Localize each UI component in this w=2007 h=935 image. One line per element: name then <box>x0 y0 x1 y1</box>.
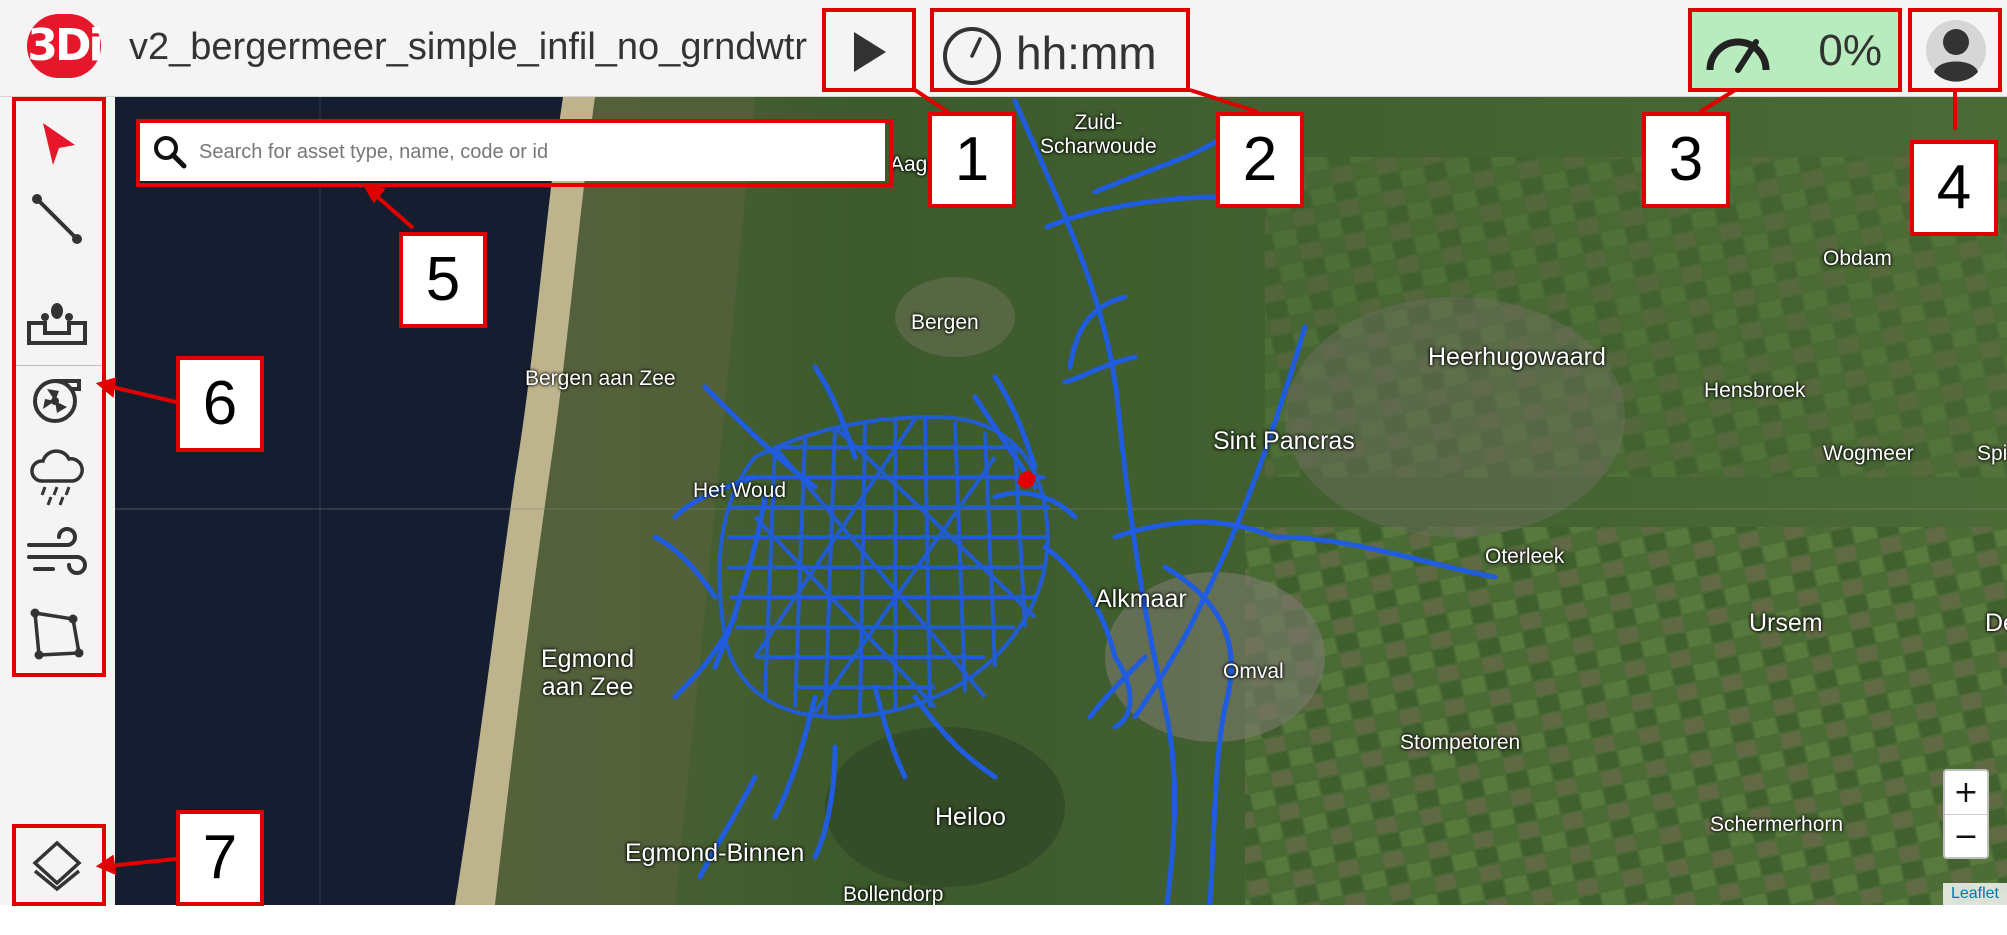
bottom-strip <box>0 905 2007 935</box>
speedometer-icon <box>1706 38 1770 73</box>
map-label-stompetoren: Stompetoren <box>1400 731 1521 754</box>
asset-search <box>137 121 885 181</box>
map-label-oterleek: Oterleek <box>1485 545 1565 568</box>
wind-tool-button[interactable] <box>23 521 91 589</box>
layers-icon <box>32 840 82 892</box>
map-label-alkmaar: Alkmaar <box>1095 585 1187 613</box>
pump-icon <box>33 379 81 423</box>
map-label-ursem: Ursem <box>1749 609 1823 637</box>
user-avatar-icon <box>1926 20 1986 82</box>
map-label-het-woud: Het Woud <box>693 479 786 502</box>
play-button[interactable] <box>822 10 914 90</box>
callout-4: 4 <box>1910 140 1998 236</box>
map-label-hensbroek: Hensbroek <box>1704 379 1806 402</box>
map-label-aag: Aag <box>890 153 928 176</box>
model-name: v2_bergermeer_simple_infil_no_grndwtr <box>129 26 808 68</box>
rain-tool-button[interactable] <box>23 443 91 511</box>
search-icon <box>154 136 187 169</box>
layers-button[interactable] <box>23 829 91 897</box>
discharge-tool-button[interactable] <box>23 287 91 355</box>
zoom-out-button[interactable]: − <box>1945 815 1987 858</box>
polygon-tool-button[interactable] <box>23 599 91 667</box>
simulation-time[interactable]: hh:mm <box>932 10 1188 90</box>
select-tool-button[interactable] <box>23 111 91 179</box>
map-label-sint-pancras: Sint Pancras <box>1213 427 1355 455</box>
zoom-control: + − <box>1943 769 1989 859</box>
discharge-icon <box>27 303 87 345</box>
satellite-basemap <box>115 97 2007 905</box>
map-label-heiloo: Heiloo <box>935 803 1006 831</box>
callout-5: 5 <box>399 232 487 328</box>
line-icon <box>32 194 82 244</box>
map-label-egmond-binnen: Egmond-Binnen <box>625 839 805 867</box>
map-label-schermerhorn: Schermerhorn <box>1710 813 1844 836</box>
map-label-de: De <box>1985 609 2007 637</box>
time-display: hh:mm <box>1016 27 1157 79</box>
map-label-wogmeer: Wogmeer <box>1823 442 1914 465</box>
polygon-icon <box>30 608 84 660</box>
map-label-spi: Spi <box>1977 442 2007 465</box>
map-label-obdam: Obdam <box>1823 247 1892 270</box>
map-label-bergen-aan-zee: Bergen aan Zee <box>525 367 676 390</box>
map-label-omval: Omval <box>1223 660 1284 683</box>
map-label-heerhugowaard: Heerhugowaard <box>1428 343 1606 371</box>
play-icon <box>854 32 886 72</box>
progress-percent: 0% <box>1818 26 1882 75</box>
map[interactable]: Zuid- Scharwoude Obdam Bergen Heerhugowaa… <box>115 97 2007 905</box>
pump-tool-button[interactable] <box>23 365 91 433</box>
map-label-zuid-scharwoude: Zuid- Scharwoude <box>1040 111 1157 158</box>
sidebar <box>0 97 115 905</box>
toolbar: 3Di v2_bergermeer_simple_infil_no_grndwt… <box>0 0 2007 97</box>
map-label-bollendorp: Bollendorp <box>843 883 944 905</box>
callout-6: 6 <box>176 356 264 452</box>
rain-cloud-icon <box>30 449 84 506</box>
draw-line-button[interactable] <box>23 185 91 253</box>
wind-icon <box>27 527 87 575</box>
clock-icon <box>943 27 1001 85</box>
cursor-arrow-icon <box>43 123 75 165</box>
map-label-egmond-aan-zee: Egmond aan Zee <box>541 645 635 701</box>
simulation-progress: 0% <box>1690 10 1900 90</box>
callout-3: 3 <box>1642 112 1730 208</box>
map-attribution[interactable]: Leaflet <box>1942 883 2007 905</box>
app-logo: 3Di <box>27 14 104 78</box>
callout-7: 7 <box>176 810 264 906</box>
callout-1: 1 <box>928 112 1016 208</box>
user-menu-button[interactable] <box>1910 10 2000 90</box>
search-input[interactable] <box>197 131 861 173</box>
map-label-bergen: Bergen <box>911 311 979 334</box>
zoom-in-button[interactable]: + <box>1945 771 1987 815</box>
callout-2: 2 <box>1216 112 1304 208</box>
